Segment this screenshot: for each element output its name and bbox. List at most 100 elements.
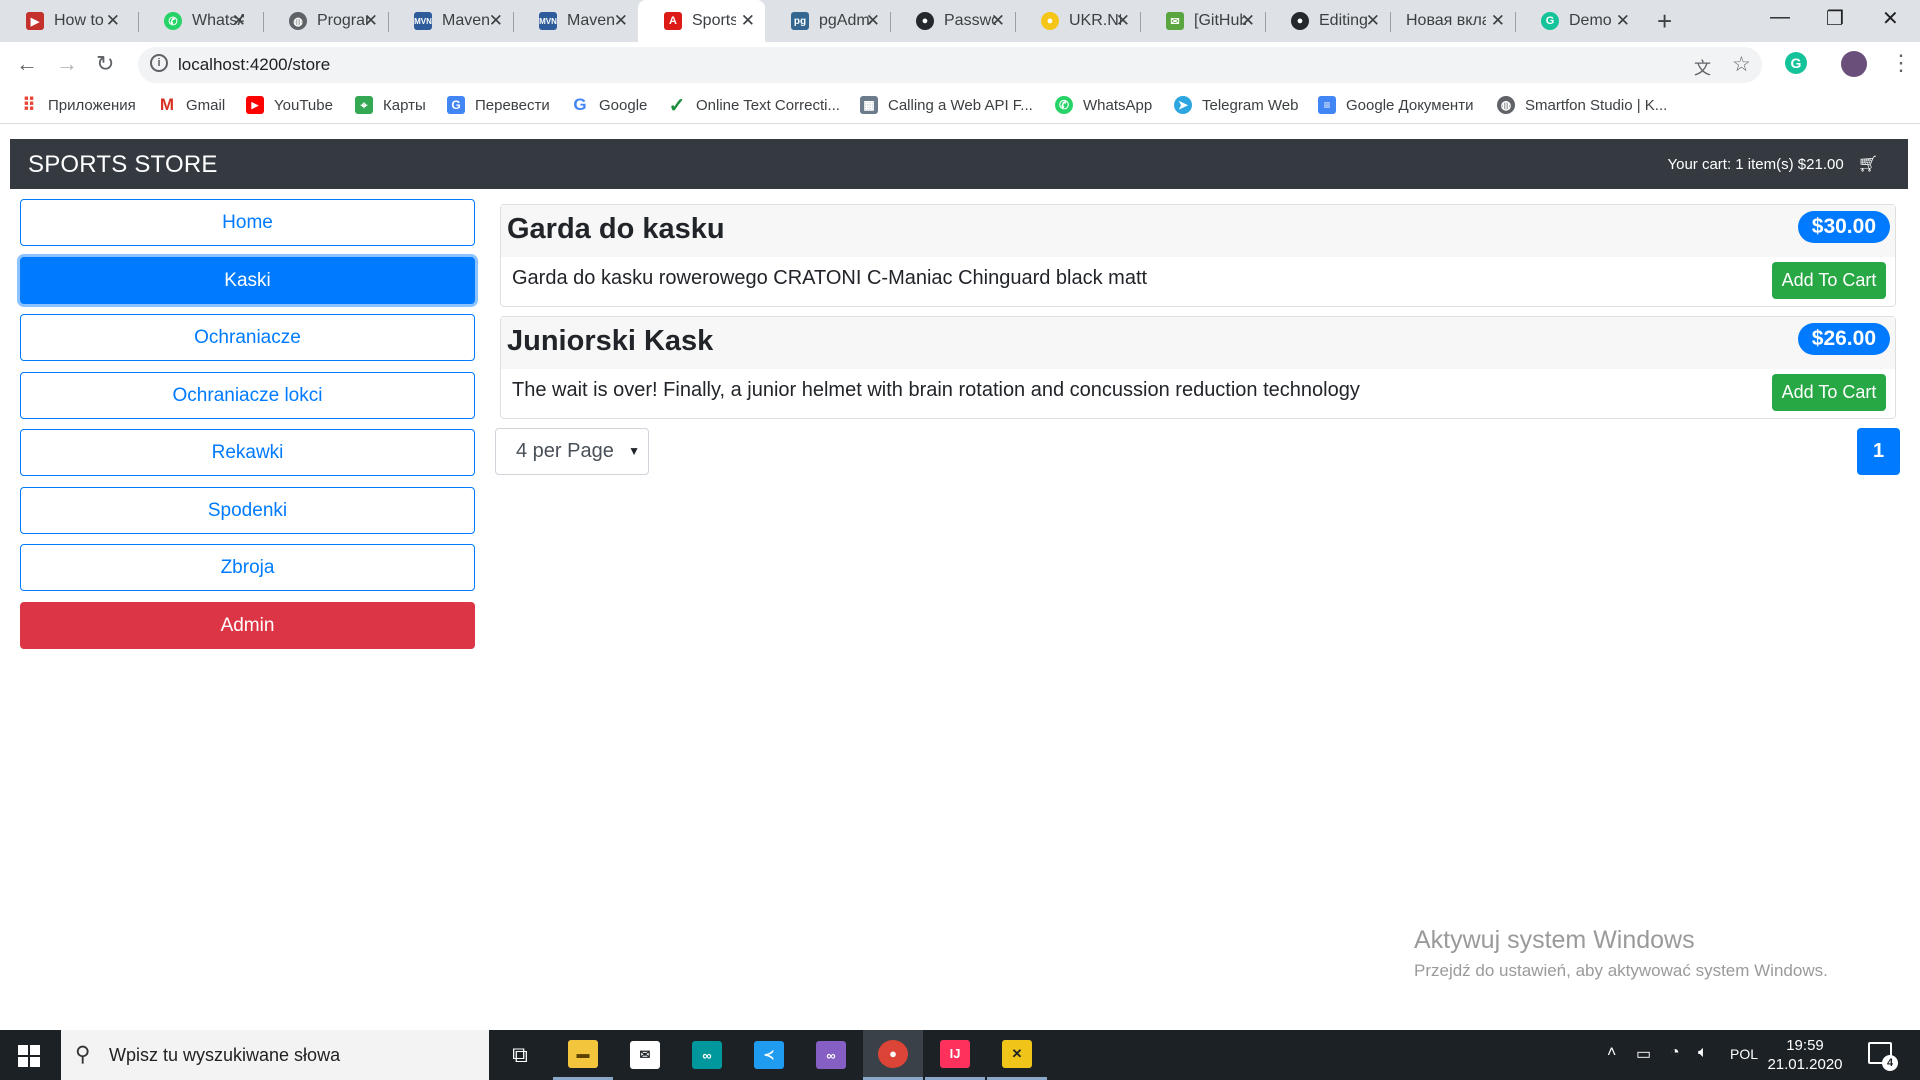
close-icon[interactable]: ✕	[1491, 11, 1505, 31]
minimize-icon[interactable]: —	[1770, 6, 1790, 29]
bookmark-google-docs[interactable]: ≡ Google Документи	[1318, 96, 1473, 114]
close-icon[interactable]: ✕	[364, 11, 378, 31]
tab-3[interactable]: MVN Maven ✕	[388, 0, 513, 42]
close-icon[interactable]: ✕	[489, 11, 503, 31]
category-zbroja-button[interactable]: Zbroja	[20, 544, 475, 591]
bookmark-maps[interactable]: ⌖ Карты	[355, 96, 426, 114]
globe-icon: ◍	[1497, 96, 1515, 114]
bookmark-web-api[interactable]: ▦ Calling a Web API F...	[860, 96, 1033, 114]
volume-icon[interactable]: 🔈︎	[1698, 1044, 1708, 1062]
shopping-cart-icon[interactable]: 🛒︎	[1858, 154, 1878, 174]
tab-12[interactable]: G Demo ✕	[1515, 0, 1640, 42]
cart-summary[interactable]: Your cart: 1 item(s) $21.00 🛒︎	[1667, 154, 1878, 174]
close-icon[interactable]: ✕	[991, 11, 1005, 31]
tab-0[interactable]: ▶ How to ✕	[0, 0, 130, 42]
menu-kebab-icon[interactable]: ⋮	[1890, 50, 1912, 76]
price-badge: $26.00	[1797, 323, 1890, 355]
close-icon[interactable]: ✕	[614, 11, 628, 31]
clock[interactable]: 19:59 21.01.2020	[1760, 1036, 1850, 1074]
windows-start-icon[interactable]	[18, 1045, 40, 1067]
maven-icon: MVN	[539, 12, 557, 30]
whatsapp-icon: ✆	[1055, 96, 1073, 114]
intellij-icon[interactable]: IJ	[925, 1030, 985, 1080]
google-icon: G	[573, 95, 587, 114]
bookmark-label: Gmail	[186, 96, 226, 114]
tab-1[interactable]: ✆ WhatsApp ✕	[138, 0, 256, 42]
add-to-cart-button[interactable]: Add To Cart	[1772, 262, 1886, 299]
new-tab-plus-icon[interactable]: +	[1657, 6, 1672, 37]
close-icon[interactable]: ✕	[1241, 11, 1255, 31]
vscode-icon[interactable]: ≺	[739, 1030, 799, 1080]
restore-icon[interactable]: ❐	[1826, 6, 1844, 31]
tab-9[interactable]: ✉ [GitHub] ✕	[1140, 0, 1265, 42]
bookmark-label: Приложения	[48, 96, 136, 114]
back-arrow-icon[interactable]: ←	[16, 51, 38, 77]
apps-grid-icon: ⠿	[22, 94, 36, 115]
category-spodenki-button[interactable]: Spodenki	[20, 486, 475, 534]
battery-icon[interactable]: ▭	[1636, 1044, 1651, 1064]
add-to-cart-button[interactable]: Add To Cart	[1772, 374, 1886, 411]
close-window-icon[interactable]: ✕	[1882, 6, 1899, 31]
close-icon[interactable]: ✕	[1366, 11, 1380, 31]
bookmark-gmail[interactable]: M Gmail	[158, 95, 226, 114]
forward-arrow-icon[interactable]: →	[56, 51, 78, 77]
language-indicator[interactable]: POL	[1730, 1046, 1758, 1062]
wifi-icon[interactable]: ◔	[1670, 1044, 1680, 1062]
tab-5-active[interactable]: A Sports ✕	[638, 0, 765, 42]
close-icon[interactable]: ✕	[232, 11, 246, 31]
reload-icon[interactable]: ↻	[96, 51, 114, 77]
tab-11[interactable]: Новая вкладка ✕	[1390, 0, 1515, 42]
gmail-icon: M	[159, 95, 175, 114]
brand-title[interactable]: SPORTS STORE	[28, 151, 218, 179]
cart-summary-text: Your cart: 1 item(s) $21.00	[1667, 155, 1844, 173]
page-1-button[interactable]: 1	[1857, 428, 1900, 475]
close-icon[interactable]: ✕	[741, 11, 755, 31]
close-icon[interactable]: ✕	[106, 11, 120, 31]
per-page-value: 4 per Page	[516, 440, 614, 462]
grammarly-extension-icon[interactable]: G	[1785, 52, 1807, 74]
task-view-icon[interactable]: ⧉	[490, 1030, 550, 1080]
per-page-select[interactable]: 4 per Page ▼	[495, 428, 649, 475]
chevron-up-icon[interactable]: ˄	[1607, 1044, 1616, 1062]
category-ochraniacze-lokci-button[interactable]: Ochraniacze lokci	[20, 371, 475, 419]
category-ochraniacze-button[interactable]: Ochraniacze	[20, 314, 475, 361]
file-explorer-icon[interactable]: ▬	[553, 1030, 613, 1080]
category-rekawki-button[interactable]: Rekawki	[20, 429, 475, 476]
bookmark-youtube[interactable]: ▶ YouTube	[246, 96, 333, 114]
tab-10[interactable]: ● Editing ✕	[1265, 0, 1390, 42]
admin-button[interactable]: Admin	[20, 601, 475, 649]
translate-icon[interactable]: 文	[1694, 54, 1711, 79]
taskbar-search[interactable]: ⚲ Wpisz tu wyszukiwane słowa	[61, 1030, 489, 1080]
tab-8[interactable]: ● UKR.NET ✕	[1015, 0, 1140, 42]
avatar[interactable]	[1841, 51, 1867, 77]
bookmark-translate[interactable]: G Перевести	[447, 96, 550, 114]
chrome-icon[interactable]: ●	[863, 1030, 923, 1080]
globe-icon: ◍	[289, 12, 307, 30]
tab-2[interactable]: ◍ Program ✕	[263, 0, 388, 42]
mail-icon[interactable]: ✉	[615, 1030, 675, 1080]
tab-4[interactable]: MVN Maven ✕	[513, 0, 638, 42]
bookmark-label: Google Документи	[1346, 96, 1474, 114]
info-icon[interactable]: i	[150, 54, 168, 72]
bookmark-whatsapp[interactable]: ✆ WhatsApp	[1055, 96, 1152, 114]
address-bar[interactable]: i localhost:4200/store 文 ☆	[138, 47, 1762, 83]
tab-7[interactable]: ● Password ✕	[890, 0, 1015, 42]
bookmark-telegram[interactable]: ➤ Telegram Web	[1174, 96, 1298, 114]
category-kaski-button[interactable]: Kaski	[20, 256, 475, 304]
bookmark-text-correction[interactable]: ✓ Online Text Correcti...	[668, 95, 840, 117]
close-icon[interactable]: ✕	[1116, 11, 1130, 31]
bookmark-google[interactable]: G Google	[571, 95, 647, 114]
category-home-button[interactable]: Home	[20, 199, 475, 246]
visual-studio-icon[interactable]: ∞	[801, 1030, 861, 1080]
tab-title: Maven	[442, 12, 491, 29]
bookmark-smartfon-studio[interactable]: ◍ Smartfon Studio | K...	[1497, 96, 1667, 114]
product-name: Juniorski Kask	[507, 325, 714, 357]
tab-6[interactable]: pg pgAdmin ✕	[765, 0, 890, 42]
app-icon[interactable]: ✕	[987, 1030, 1047, 1080]
url-text[interactable]: localhost:4200/store	[178, 55, 330, 75]
arduino-icon[interactable]: ∞	[677, 1030, 737, 1080]
star-icon[interactable]: ☆	[1732, 52, 1751, 77]
close-icon[interactable]: ✕	[1616, 11, 1630, 31]
close-icon[interactable]: ✕	[866, 11, 880, 31]
bookmark-apps[interactable]: ⠿ Приложения	[20, 94, 136, 115]
